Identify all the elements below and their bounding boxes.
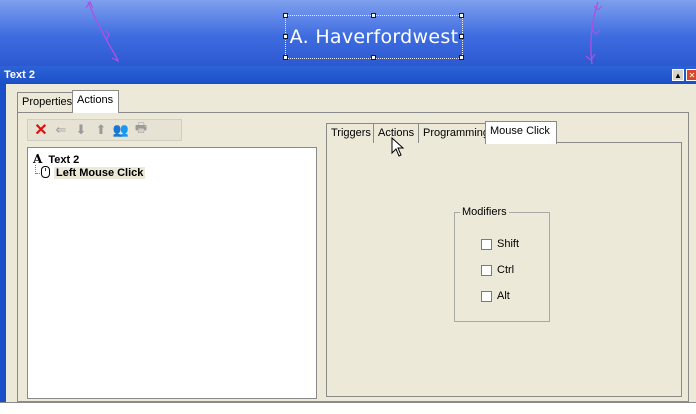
tab-programming[interactable]: Programming [418,123,489,143]
mouse-icon [41,166,50,178]
print-icon[interactable]: 🖶 [134,120,148,138]
resize-handle[interactable] [459,13,464,18]
scroll-up-icon[interactable]: ▲ [672,69,684,81]
shift-checkbox-row[interactable]: Shift [481,237,519,251]
window-left-edge [0,84,6,414]
up-arrow-icon[interactable]: ⬆ [94,122,108,138]
tab-actions[interactable]: Actions [72,90,119,113]
resize-handle[interactable] [459,55,464,60]
canvas-preview: A. Haverfordwest [0,0,696,66]
ctrl-checkbox[interactable] [481,264,492,276]
tree-item-label: Left Mouse Click [54,167,146,179]
ctrl-checkbox-row[interactable]: Ctrl [481,263,514,277]
resize-handle[interactable] [371,13,376,18]
caption-text[interactable]: A. Haverfordwest [286,16,462,58]
resize-handle[interactable] [459,34,464,39]
tab-properties[interactable]: Properties [17,92,73,112]
bottom-edge [0,402,696,414]
action-tree[interactable]: A Text 2 Left Mouse Click [27,147,317,399]
shift-checkbox[interactable] [481,238,492,250]
tree-root-label: Text 2 [48,154,80,166]
delete-icon[interactable]: ✕ [34,122,48,139]
resize-handle[interactable] [371,55,376,60]
window-title: Text 2 [4,69,35,81]
tab-mouse-click[interactable]: Mouse Click [485,121,557,144]
resize-handle[interactable] [283,13,288,18]
tree-root-item[interactable]: A Text 2 [33,152,79,166]
people-icon[interactable]: 👥 [113,122,129,138]
resize-handle[interactable] [283,34,288,39]
window-titlebar[interactable]: Text 2 ▲ ✕ [0,66,696,84]
mouse-cursor-icon [391,137,405,157]
alt-checkbox-row[interactable]: Alt [481,289,510,303]
alt-checkbox[interactable] [481,290,492,302]
shift-label: Shift [497,238,520,250]
alt-label: Alt [497,290,510,302]
caption-selection-box[interactable]: A. Haverfordwest [283,13,464,60]
close-icon[interactable]: ✕ [686,69,696,81]
actions-toolbar: ✕ ⇐ ⬇ ⬆ 👥 🖶 [27,119,182,141]
ctrl-label: Ctrl [497,264,515,276]
tree-item-left-mouse-click[interactable]: Left Mouse Click [41,166,146,179]
modifiers-title: Modifiers [460,206,509,218]
resize-handle[interactable] [283,55,288,60]
tab-triggers[interactable]: Triggers [326,123,374,143]
text-object-icon: A [33,152,43,166]
left-arrow-icon[interactable]: ⇐ [54,122,68,138]
down-arrow-icon[interactable]: ⬇ [74,122,88,138]
